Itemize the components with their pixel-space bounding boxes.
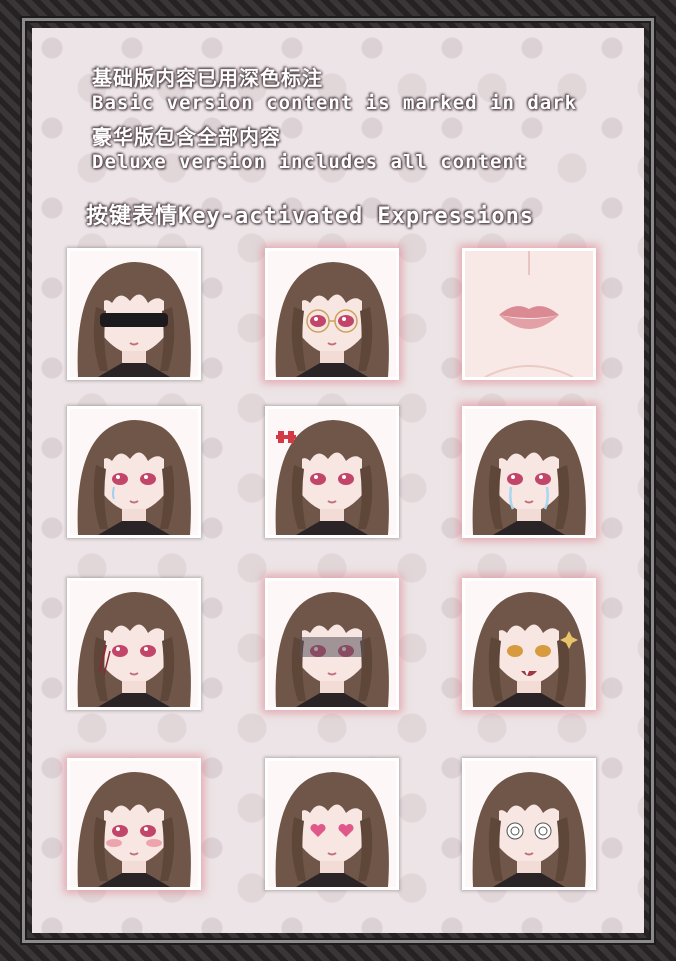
- expression-image-blush: [70, 761, 198, 887]
- basic-note-english: Basic version content is marked in dark: [92, 92, 578, 114]
- expression-tile-shadowed-eyes: [265, 578, 399, 710]
- decorative-frame: 基础版内容已用深色标注 Basic version content is mar…: [0, 0, 676, 961]
- expression-image-crying: [465, 409, 593, 535]
- deluxe-note-english: Deluxe version includes all content: [92, 151, 528, 173]
- expression-tile-teary-eyes: [67, 406, 201, 538]
- expression-tile-dizzy-spiral: [462, 758, 596, 890]
- expression-image-heart-eyes: [268, 761, 396, 887]
- expression-tile-anger-mark: [265, 406, 399, 538]
- deluxe-note-chinese: 豪华版包含全部内容: [92, 125, 281, 149]
- expression-image-lips-closeup: [465, 251, 593, 377]
- expression-image-scar-face: [70, 581, 198, 707]
- expression-image-sparkle-fang: [465, 581, 593, 707]
- section-title: 按键表情Key-activated Expressions: [86, 204, 535, 229]
- expression-tile-crying: [462, 406, 596, 538]
- expression-tile-sparkle-fang: [462, 578, 596, 710]
- expression-tile-blindfold: [67, 248, 201, 380]
- content-panel: 基础版内容已用深色标注 Basic version content is mar…: [32, 28, 644, 933]
- expression-tile-scar-face: [67, 578, 201, 710]
- expression-image-glasses: [268, 251, 396, 377]
- expression-tile-glasses: [265, 248, 399, 380]
- expression-image-dizzy-spiral: [465, 761, 593, 887]
- basic-note-chinese: 基础版内容已用深色标注: [92, 66, 323, 90]
- expression-tile-lips-closeup: [462, 248, 596, 380]
- expression-tile-heart-eyes: [265, 758, 399, 890]
- expression-image-blindfold: [70, 251, 198, 377]
- expression-tile-blush: [67, 758, 201, 890]
- expression-image-anger-mark: [268, 409, 396, 535]
- expression-image-teary-eyes: [70, 409, 198, 535]
- expression-image-shadowed-eyes: [268, 581, 396, 707]
